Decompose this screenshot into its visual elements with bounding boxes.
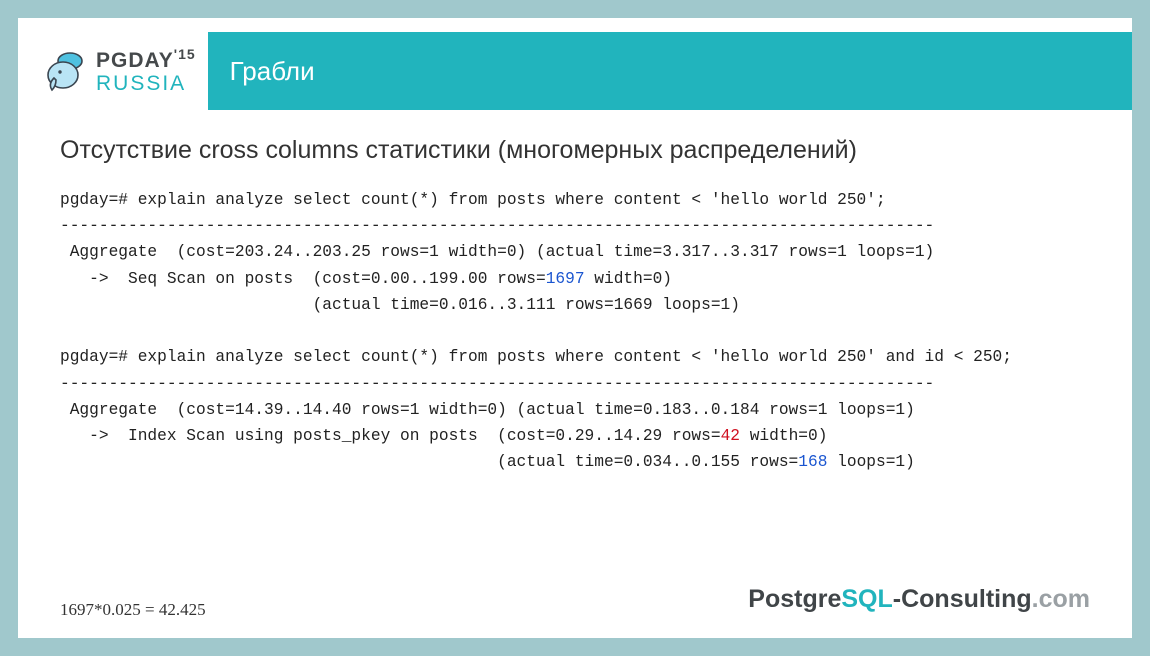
code-line: Aggregate (cost=203.24..203.25 rows=1 wi… [60,243,934,261]
content: Отсутствие cross columns статистики (мно… [18,110,1132,638]
header: PGDAY'15 RUSSIA Грабли [18,32,1132,110]
elephant-icon [42,48,88,94]
code-line: Aggregate (cost=14.39..14.40 rows=1 widt… [60,401,915,419]
title-bar: Грабли [208,32,1132,110]
footnote-calculation: 1697*0.025 = 42.425 [60,600,206,620]
code-line: (actual time=0.034..0.155 rows=168 loops… [60,453,915,471]
code-line: (actual time=0.016..3.111 rows=1669 loop… [60,296,740,314]
code-line: pgday=# explain analyze select count(*) … [60,191,886,209]
code-block: pgday=# explain analyze select count(*) … [60,187,1090,476]
code-line: -> Seq Scan on posts (cost=0.00..199.00 … [60,270,672,288]
slide-heading: Отсутствие cross columns статистики (мно… [60,136,1090,165]
logo-text: PGDAY'15 RUSSIA [96,47,196,94]
code-line: pgday=# explain analyze select count(*) … [60,348,1012,366]
logo-line1: PGDAY'15 [96,47,196,72]
highlight-rows: 1697 [546,270,585,288]
highlight-rows: 168 [798,453,827,471]
logo-line2: RUSSIA [96,73,196,95]
logo-area: PGDAY'15 RUSSIA [18,32,208,110]
footer-brand: PostgreSQL-Consulting.com [748,585,1090,614]
code-line: ----------------------------------------… [60,217,934,235]
code-line: ----------------------------------------… [60,375,934,393]
title-bar-text: Грабли [230,56,315,87]
highlight-rows: 42 [721,427,740,445]
code-line: -> Index Scan using posts_pkey on posts … [60,427,827,445]
slide: PGDAY'15 RUSSIA Грабли Отсутствие cross … [18,18,1132,638]
